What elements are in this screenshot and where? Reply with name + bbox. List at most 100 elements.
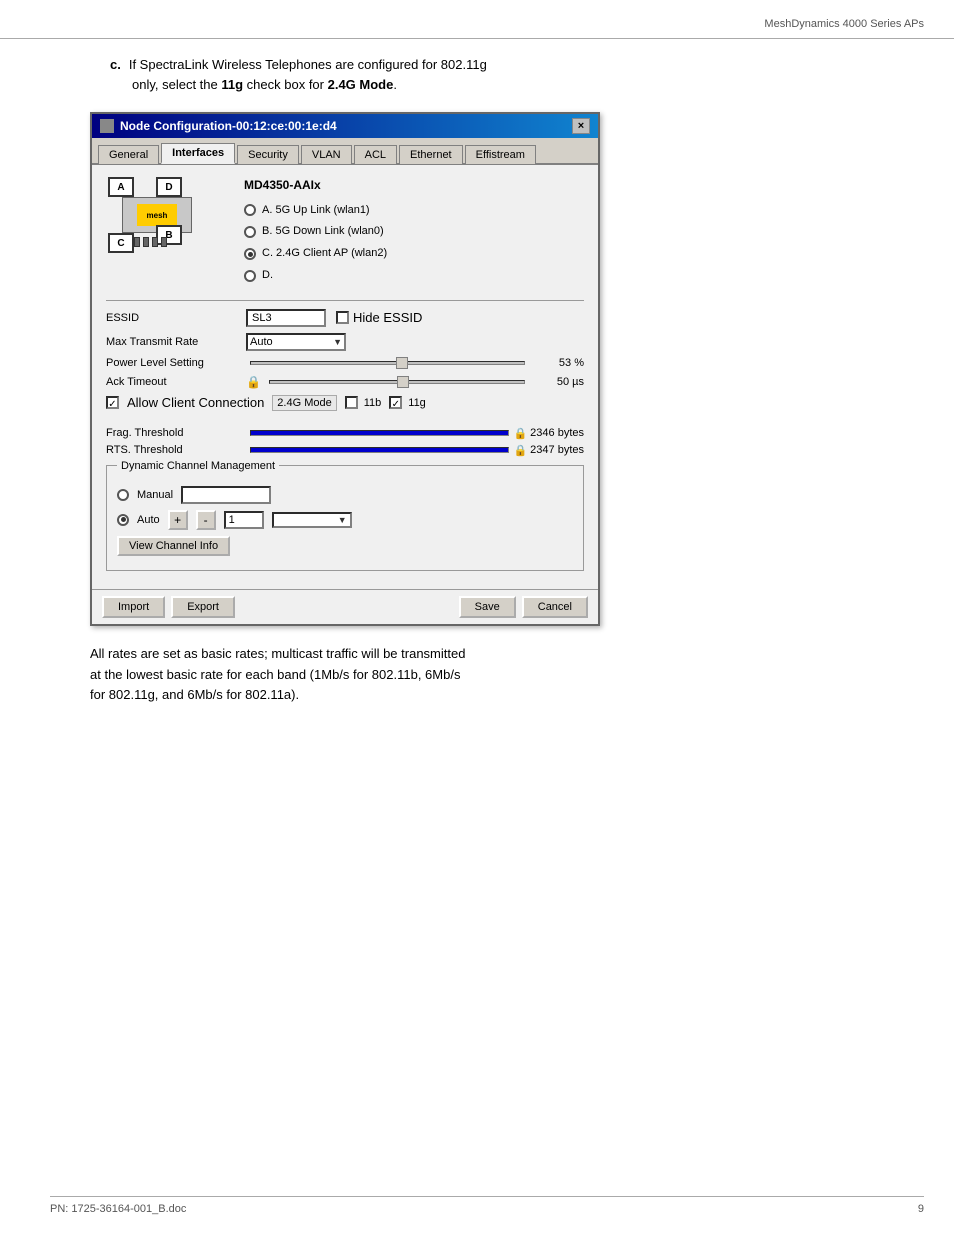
mode-11b-checkbox[interactable] [345,396,358,409]
frag-threshold-label: Frag. Threshold [106,427,246,439]
dialog-titlebar: Node Configuration-00:12:ce:00:1e:d4 × [92,114,598,138]
hide-essid-checkbox[interactable] [336,311,349,324]
frag-icon: 🔒 [513,427,527,440]
select-arrow: ▼ [333,337,342,347]
dcm-manual-row: Manual [117,486,573,504]
radio-d[interactable] [244,270,256,282]
radio-option-b: B. 5G Down Link (wlan0) [244,222,387,242]
intro-paragraph: c.If SpectraLink Wireless Telephones are… [110,55,924,94]
allow-client-label: Allow Client Connection [127,395,264,410]
essid-input[interactable] [246,309,326,327]
footer-right: Save Cancel [459,596,588,618]
ack-timeout-thumb[interactable] [397,376,409,388]
power-level-label: Power Level Setting [106,357,246,369]
dcm-manual-radio[interactable] [117,489,129,501]
radio-option-d: D. [244,266,387,286]
connector-4 [161,237,167,247]
ack-timeout-label: Ack Timeout [106,376,246,388]
dcm-title: Dynamic Channel Management [117,460,279,472]
ack-timeout-track[interactable] [269,380,525,384]
power-level-thumb[interactable] [396,357,408,369]
port-d: D [156,177,182,197]
below-line2: at the lowest basic rate for each band (… [90,667,460,682]
radio-c-label: C. 2.4G Client AP (wlan2) [262,244,387,264]
tab-interfaces[interactable]: Interfaces [161,143,235,164]
dcm-auto-select[interactable]: ▼ [272,512,352,528]
form-section: ESSID Hide ESSID Max Transmit Rate Auto … [106,300,584,571]
rts-threshold-row: RTS. Threshold 🔒 2347 bytes [106,444,584,457]
frag-threshold-track[interactable] [250,430,509,436]
radio-b[interactable] [244,226,256,238]
tab-vlan[interactable]: VLAN [301,145,352,164]
dcm-manual-input[interactable] [181,486,271,504]
intro-bold1: 11g [221,77,243,92]
mode-11g-group: 11g [389,396,426,409]
frag-threshold-row: Frag. Threshold 🔒 2346 bytes [106,427,584,440]
dcm-minus-button[interactable]: - [196,510,216,530]
connector-1 [134,237,140,247]
radio-c[interactable] [244,248,256,260]
power-level-track[interactable] [250,361,525,365]
essid-label: ESSID [106,312,246,324]
save-button[interactable]: Save [459,596,516,618]
view-channel-button[interactable]: View Channel Info [117,536,230,556]
dcm-auto-radio[interactable] [117,514,129,526]
max-transmit-row: Max Transmit Rate Auto ▼ [106,333,584,351]
tab-general[interactable]: General [98,145,159,164]
below-text: All rates are set as basic rates; multic… [90,644,904,706]
mode-11b-group: 11b [345,396,382,409]
node-config-dialog: Node Configuration-00:12:ce:00:1e:d4 × G… [90,112,600,626]
hide-essid-label: Hide ESSID [353,310,422,325]
footer-left-text: PN: 1725-36164-001_B.doc [50,1203,186,1215]
dialog-icon [100,119,114,133]
tab-security[interactable]: Security [237,145,299,164]
dcm-plus-button[interactable]: + [168,510,188,530]
export-button[interactable]: Export [171,596,235,618]
radio-b-label: B. 5G Down Link (wlan0) [262,222,384,242]
radio-a[interactable] [244,204,256,216]
dcm-manual-label: Manual [137,489,173,501]
dcm-section: Dynamic Channel Management Manual Auto +… [106,465,584,571]
mode-2g-label: 2.4G Mode [272,395,336,411]
import-button[interactable]: Import [102,596,165,618]
below-line1: All rates are set as basic rates; multic… [90,646,465,661]
dcm-auto-label: Auto [137,514,160,526]
device-info: MD4350-AAIx A. 5G Up Link (wlan1) B. 5G … [244,175,387,288]
device-area: A D mesh C B MD4350-AAIx [106,175,584,288]
power-level-row: Power Level Setting 53 % [106,357,584,369]
rts-threshold-track[interactable] [250,447,509,453]
max-transmit-select[interactable]: Auto ▼ [246,333,346,351]
allow-client-checkbox[interactable] [106,396,119,409]
footer-left: Import Export [102,596,235,618]
spacer [106,419,584,427]
dcm-auto-value-input[interactable] [224,511,264,529]
dcm-select-arrow: ▼ [338,515,347,525]
intro-text2: only, select the 11g check box for 2.4G … [132,77,397,92]
close-button[interactable]: × [572,118,590,134]
page-header: MeshDynamics 4000 Series APs [764,18,924,30]
cancel-button[interactable]: Cancel [522,596,588,618]
rts-icon: 🔒 [513,444,527,457]
radio-option-c: C. 2.4G Client AP (wlan2) [244,244,387,264]
bullet-c: c. [110,57,121,72]
footer-right-text: 9 [918,1203,924,1215]
frag-threshold-value: 🔒 2346 bytes [513,427,584,440]
connector-3 [152,237,158,247]
mode-11g-label: 11g [408,397,426,409]
connector-2 [143,237,149,247]
radio-option-a: A. 5G Up Link (wlan1) [244,201,387,221]
radio-d-label: D. [262,266,273,286]
device-model: MD4350-AAIx [244,175,387,197]
tab-effistream[interactable]: Effistream [465,145,536,164]
tab-acl[interactable]: ACL [354,145,397,164]
header-divider [0,38,954,39]
dialog-footer: Import Export Save Cancel [92,589,598,624]
dcm-auto-row: Auto + - ▼ [117,510,573,530]
lock-icon: 🔒 [246,375,261,389]
mode-11g-checkbox[interactable] [389,396,402,409]
tab-ethernet[interactable]: Ethernet [399,145,463,164]
radio-a-label: A. 5G Up Link (wlan1) [262,201,370,221]
mode-11b-label: 11b [364,397,382,409]
max-transmit-value: Auto [250,336,273,348]
hide-essid-group: Hide ESSID [336,310,422,325]
